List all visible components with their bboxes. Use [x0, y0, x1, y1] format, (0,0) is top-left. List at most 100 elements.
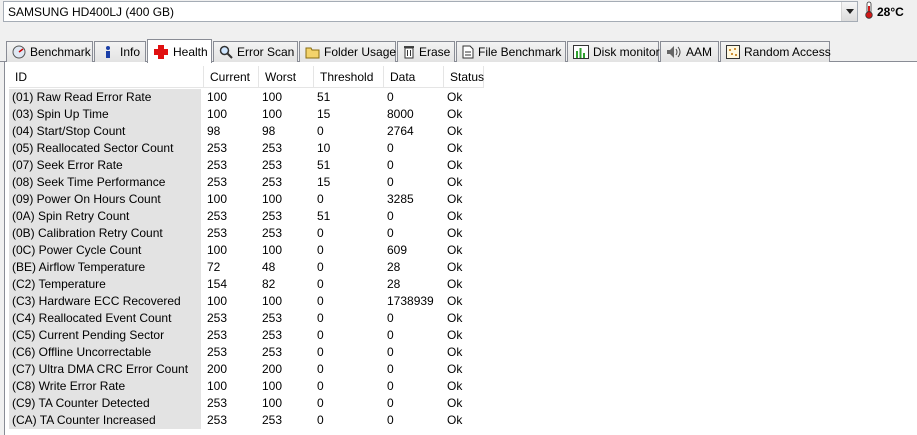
table-row[interactable]: (C5) Current Pending Sector 253 253 0 0 Ok — [9, 327, 479, 344]
tab-disk-monitor[interactable]: Disk monitor — [567, 41, 660, 62]
cell-current: 253 — [207, 311, 228, 325]
cell-status: Ok — [447, 90, 463, 104]
cell-current: 154 — [207, 277, 228, 291]
cell-current: 100 — [207, 294, 228, 308]
tab-folder-usage[interactable]: Folder Usage — [299, 41, 396, 62]
cell-data: 28 — [387, 260, 401, 274]
cell-current: 72 — [207, 260, 221, 274]
cell-status: Ok — [447, 294, 463, 308]
tab-aam[interactable]: AAM — [660, 41, 719, 62]
tab-error-scan[interactable]: Error Scan — [213, 41, 298, 62]
table-row[interactable]: (C7) Ultra DMA CRC Error Count 200 200 0 0 Ok — [9, 361, 479, 378]
cell-status: Ok — [447, 192, 463, 206]
magnifier-icon — [219, 44, 233, 60]
cell-worst: 253 — [262, 226, 283, 240]
table-row[interactable]: (07) Seek Error Rate 253 253 51 0 Ok — [9, 157, 479, 174]
cell-current: 200 — [207, 362, 228, 376]
file-benchmark-icon — [462, 44, 474, 60]
cell-threshold: 0 — [317, 396, 324, 410]
cell-id: (C3) Hardware ECC Recovered — [9, 293, 201, 310]
cell-current: 253 — [207, 158, 228, 172]
cell-data: 0 — [387, 396, 394, 410]
tab-info[interactable]: Info — [94, 41, 146, 62]
cell-threshold: 51 — [317, 209, 331, 223]
cell-status: Ok — [447, 107, 463, 121]
table-row[interactable]: (05) Reallocated Sector Count 253 253 10 0 Ok — [9, 140, 479, 157]
health-panel: ID Current Worst Threshold Data Status (… — [4, 62, 917, 435]
table-row[interactable]: (C3) Hardware ECC Recovered 100 100 0 173893… — [9, 293, 479, 310]
column-header-current[interactable]: Current — [204, 66, 259, 88]
table-row[interactable]: (C6) Offline Uncorrectable 253 253 0 0 Ok — [9, 344, 479, 361]
cell-status: Ok — [447, 345, 463, 359]
cell-id: (C6) Offline Uncorrectable — [9, 344, 201, 361]
cell-id: (07) Seek Error Rate — [9, 157, 201, 174]
health-cross-icon — [153, 44, 169, 60]
table-row[interactable]: (CA) TA Counter Increased 253 253 0 0 Ok — [9, 412, 479, 429]
cell-current: 253 — [207, 396, 228, 410]
cell-status: Ok — [447, 175, 463, 189]
cell-status: Ok — [447, 328, 463, 342]
cell-threshold: 10 — [317, 141, 331, 155]
cell-id: (01) Raw Read Error Rate — [9, 89, 201, 106]
cell-worst: 253 — [262, 141, 283, 155]
table-row[interactable]: (0C) Power Cycle Count 100 100 0 609 Ok — [9, 242, 479, 259]
table-row[interactable]: (09) Power On Hours Count 100 100 0 3285 Ok — [9, 191, 479, 208]
column-header-status[interactable]: Status — [444, 66, 484, 88]
table-row[interactable]: (0A) Spin Retry Count 253 253 51 0 Ok — [9, 208, 479, 225]
drive-select[interactable]: SAMSUNG HD400LJ (400 GB) — [3, 1, 858, 22]
folder-icon — [305, 44, 320, 60]
table-row[interactable]: (BE) Airflow Temperature 72 48 0 28 Ok — [9, 259, 479, 276]
random-access-icon — [726, 44, 740, 60]
thermometer-icon — [864, 1, 874, 22]
table-row[interactable]: (C2) Temperature 154 82 0 28 Ok — [9, 276, 479, 293]
cell-id: (09) Power On Hours Count — [9, 191, 201, 208]
cell-threshold: 0 — [317, 328, 324, 342]
cell-id: (C8) Write Error Rate — [9, 378, 201, 395]
cell-current: 100 — [207, 90, 228, 104]
table-row[interactable]: (08) Seek Time Performance 253 253 15 0 Ok — [9, 174, 479, 191]
table-row[interactable]: (0B) Calibration Retry Count 253 253 0 0 Ok — [9, 225, 479, 242]
cell-current: 253 — [207, 209, 228, 223]
cell-threshold: 0 — [317, 226, 324, 240]
cell-current: 98 — [207, 124, 221, 138]
table-row[interactable]: (C8) Write Error Rate 100 100 0 0 Ok — [9, 378, 479, 395]
column-header-worst[interactable]: Worst — [259, 66, 314, 88]
tab-health[interactable]: Health — [147, 39, 212, 63]
tab-benchmark[interactable]: Benchmark — [6, 41, 93, 62]
tab-random-access[interactable]: Random Access — [720, 41, 831, 62]
column-header-id[interactable]: ID — [9, 66, 204, 88]
speaker-icon — [666, 44, 682, 60]
cell-status: Ok — [447, 260, 463, 274]
cell-worst: 100 — [262, 107, 283, 121]
cell-worst: 100 — [262, 379, 283, 393]
cell-threshold: 0 — [317, 277, 324, 291]
cell-threshold: 0 — [317, 260, 324, 274]
table-row[interactable]: (C9) TA Counter Detected 253 100 0 0 Ok — [9, 395, 479, 412]
cell-data: 0 — [387, 175, 394, 189]
cell-worst: 100 — [262, 294, 283, 308]
cell-status: Ok — [447, 362, 463, 376]
cell-data: 2764 — [387, 124, 414, 138]
table-row[interactable]: (03) Spin Up Time 100 100 15 8000 Ok — [9, 106, 479, 123]
tab-file-benchmark[interactable]: File Benchmark — [456, 41, 566, 62]
temperature-display: 28°C — [864, 1, 904, 22]
cell-threshold: 15 — [317, 107, 331, 121]
tab-erase[interactable]: Erase — [397, 41, 455, 62]
info-icon — [100, 44, 116, 60]
column-header-threshold[interactable]: Threshold — [314, 66, 384, 88]
cell-status: Ok — [447, 396, 463, 410]
cell-id: (C7) Ultra DMA CRC Error Count — [9, 361, 201, 378]
column-header-data[interactable]: Data — [384, 66, 444, 88]
cell-data: 0 — [387, 158, 394, 172]
cell-threshold: 0 — [317, 192, 324, 206]
cell-data: 1738939 — [387, 294, 434, 308]
cell-status: Ok — [447, 141, 463, 155]
chevron-down-icon[interactable] — [841, 2, 857, 21]
cell-worst: 100 — [262, 90, 283, 104]
table-row[interactable]: (01) Raw Read Error Rate 100 100 51 0 Ok — [9, 89, 479, 106]
cell-worst: 98 — [262, 124, 276, 138]
table-row[interactable]: (04) Start/Stop Count 98 98 0 2764 Ok — [9, 123, 479, 140]
cell-worst: 253 — [262, 175, 283, 189]
cell-worst: 253 — [262, 209, 283, 223]
table-row[interactable]: (C4) Reallocated Event Count 253 253 0 0 Ok — [9, 310, 479, 327]
